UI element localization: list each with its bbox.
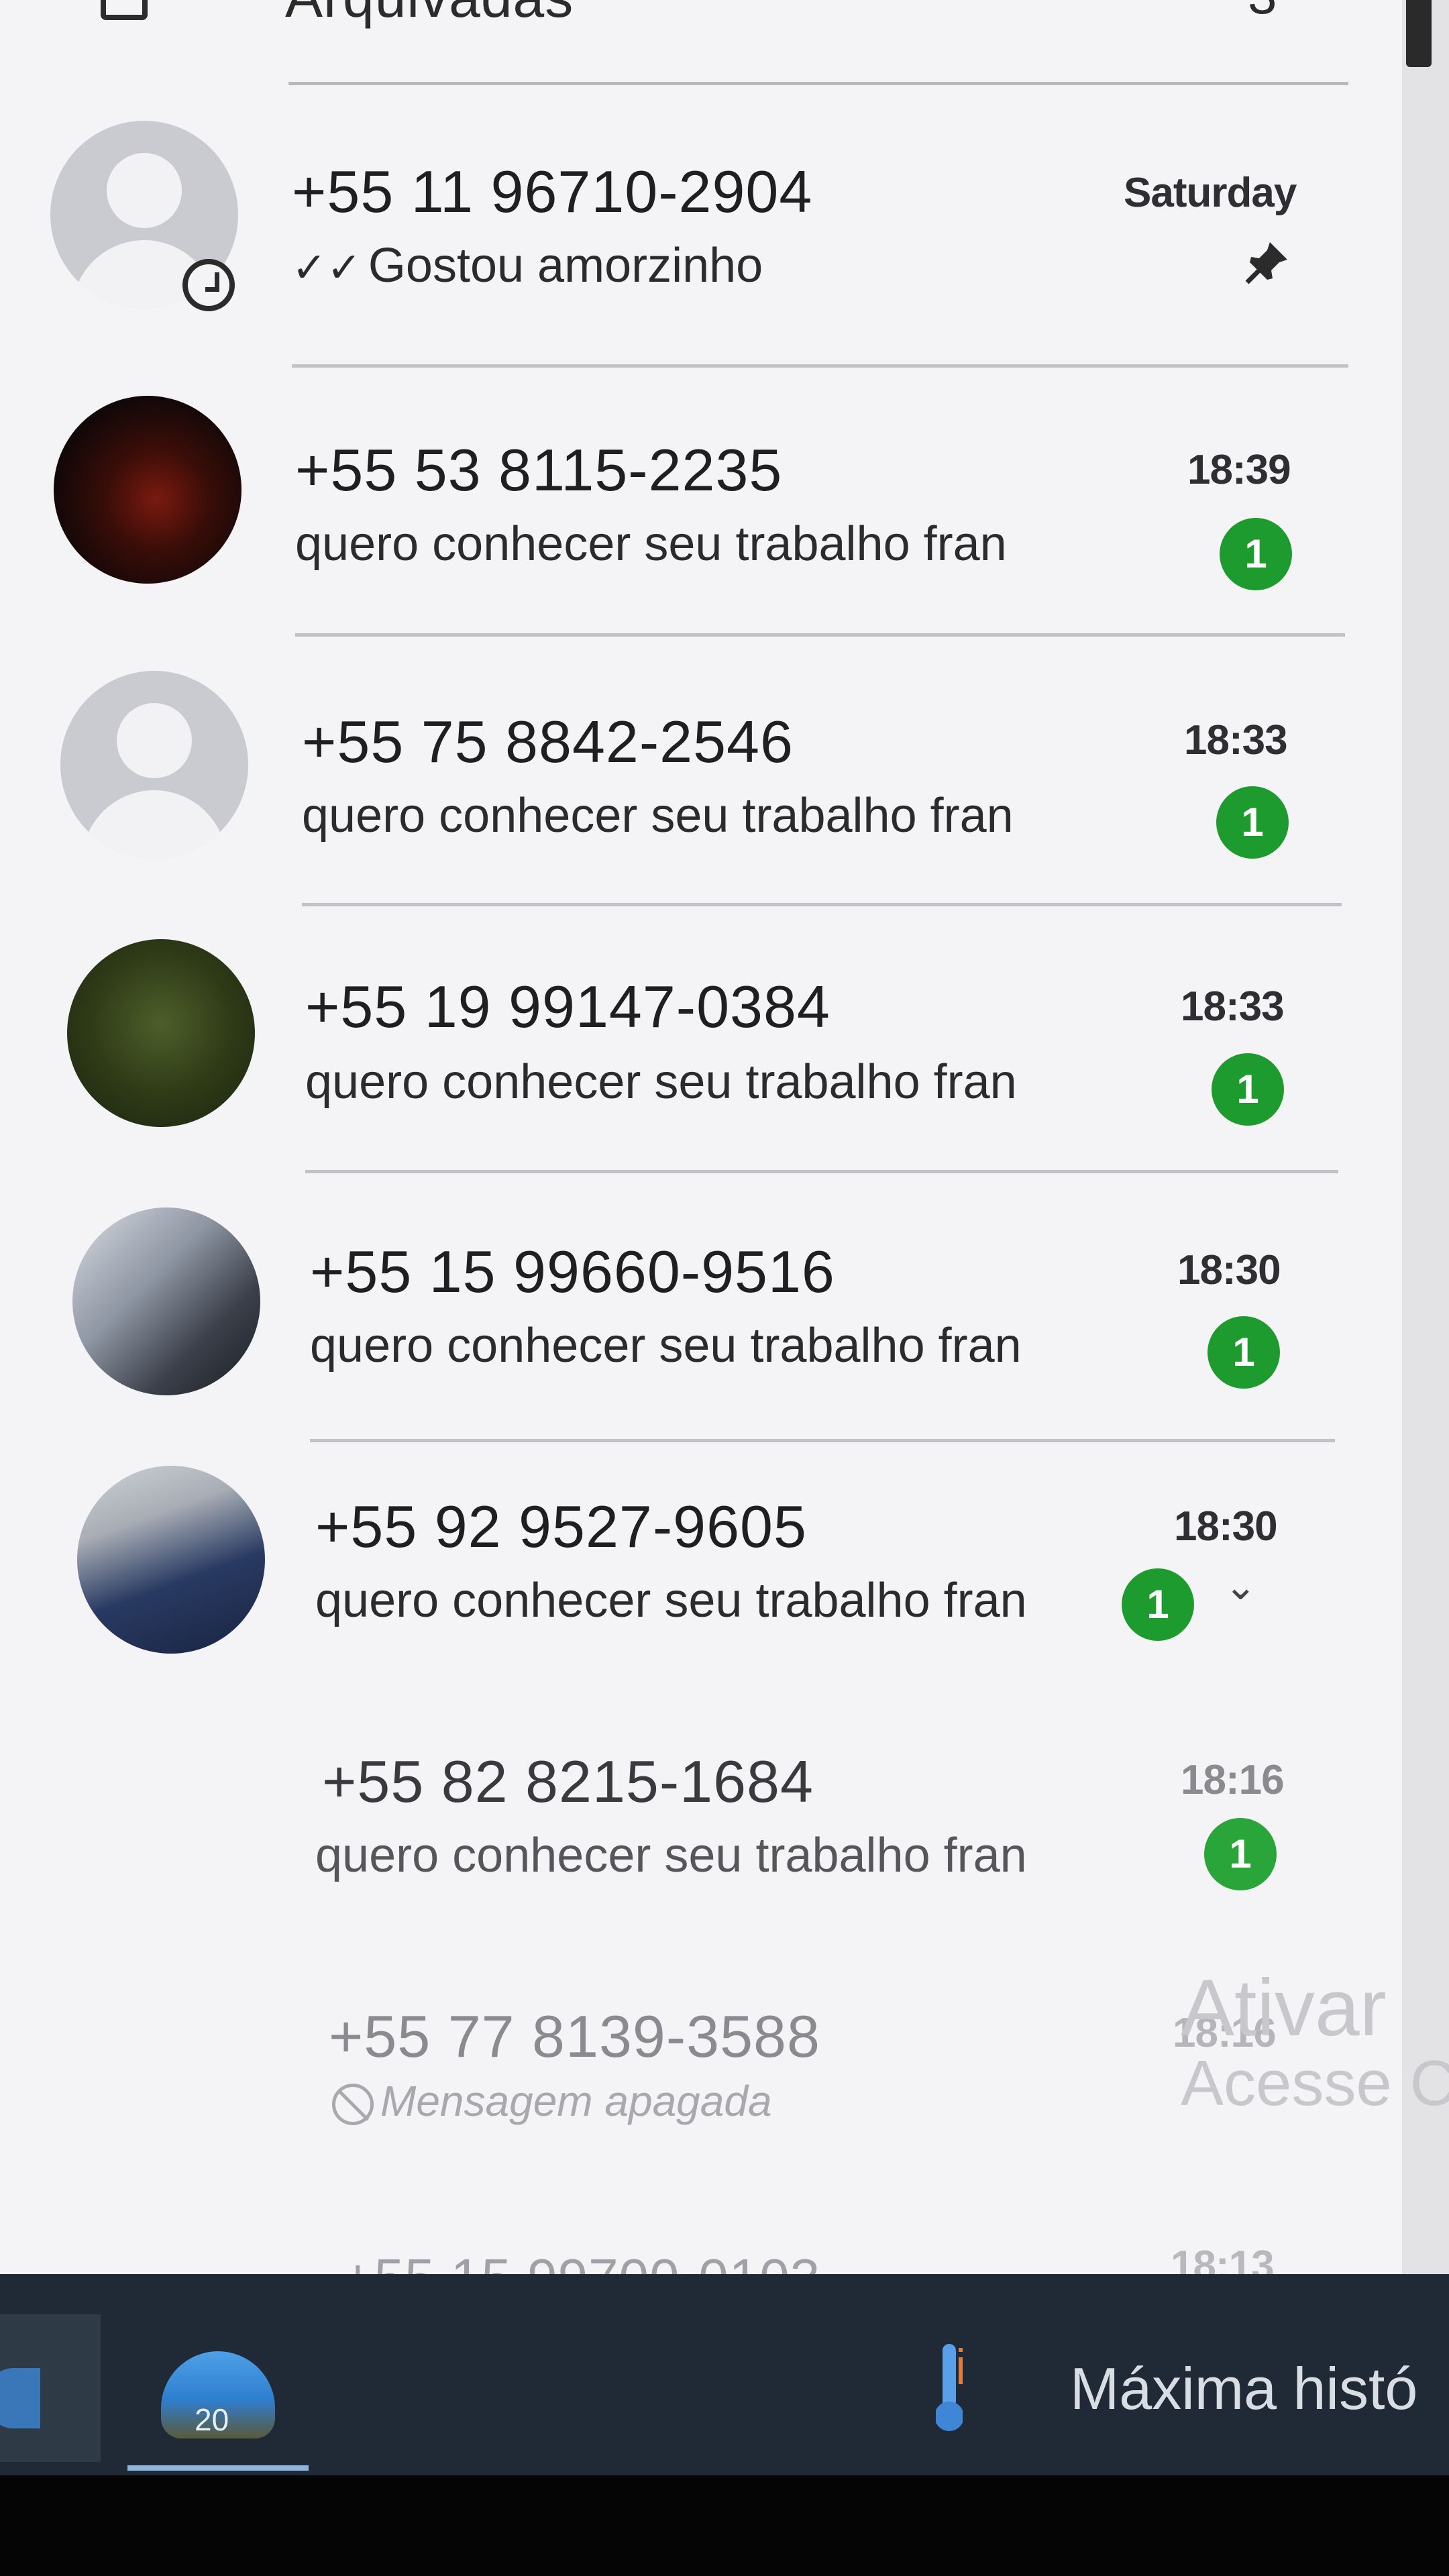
archived-label: Arquivadas	[285, 0, 574, 30]
divider	[292, 364, 1348, 368]
contact-name: +55 11 96710-2904	[292, 158, 813, 225]
last-message: quero conhecer seu trabalho fran	[295, 517, 1007, 571]
chat-list-item[interactable]: +55 15 99660-9516 quero conhecer seu tra…	[0, 1174, 1402, 1442]
weather-temperature: 20	[195, 2402, 229, 2437]
chat-list-item[interactable]: +55 11 96710-2904 ✓✓ Gostou amorzinho Sat…	[0, 101, 1402, 369]
last-message: Mensagem apagada	[332, 2076, 772, 2126]
last-message: quero conhecer seu trabalho fran	[302, 789, 1014, 843]
last-message: quero conhecer seu trabalho fran	[315, 1829, 1027, 1882]
app-icon	[0, 2368, 40, 2428]
unread-badge: 1	[1208, 1316, 1280, 1389]
contact-avatar	[77, 1466, 265, 1654]
last-message: quero conhecer seu trabalho fran	[315, 1574, 1027, 1627]
divider	[305, 1170, 1338, 1173]
scrollbar-track[interactable]	[1402, 0, 1449, 2274]
pin-icon	[1245, 242, 1287, 284]
weather-widget-button[interactable]: 20	[127, 2314, 309, 2471]
last-message: ✓✓ Gostou amorzinho	[292, 238, 763, 293]
message-time: Saturday	[1124, 170, 1297, 216]
chat-list-item[interactable]: +55 92 9527-9605 quero conhecer seu trab…	[0, 1442, 1402, 1711]
thermometer-icon	[936, 2344, 963, 2431]
contact-name: +55 15 99660-9516	[310, 1238, 835, 1305]
message-time: 18:39	[1187, 447, 1291, 493]
deleted-message-icon	[332, 2084, 374, 2126]
contact-avatar	[54, 396, 241, 584]
taskbar-app[interactable]	[0, 2314, 101, 2462]
last-message: quero conhecer seu trabalho fran	[305, 1055, 1017, 1109]
last-message-text: Mensagem apagada	[380, 2077, 772, 2125]
contact-name: +55 75 8842-2546	[302, 708, 794, 775]
contact-avatar	[67, 939, 255, 1127]
archived-count: 3	[1248, 0, 1277, 26]
chat-list-panel: Arquivadas 3 +55 11 96710-2904 ✓✓Gostou …	[0, 0, 1449, 2274]
message-time: 18:33	[1181, 983, 1285, 1030]
contact-name: +55 15 99700-0103	[342, 2247, 820, 2274]
chat-list-item[interactable]: +55 82 8215-1684 quero conhecer seu trab…	[0, 1711, 1402, 1979]
chat-list-item[interactable]: +55 75 8842-2546 quero conhecer seu trab…	[0, 637, 1402, 906]
unread-badge: 1	[1216, 786, 1289, 859]
last-message-text: Gostou amorzinho	[368, 239, 763, 292]
watermark-line: Ativar	[1181, 1963, 1387, 2053]
last-message: quero conhecer seu trabalho fran	[310, 1319, 1022, 1373]
unread-badge: 1	[1122, 1568, 1194, 1641]
active-indicator	[127, 2465, 309, 2471]
double-check-icon: ✓✓	[292, 245, 362, 291]
divider	[288, 82, 1348, 85]
message-time: 18:30	[1177, 1247, 1281, 1293]
message-time: 18:13	[1171, 2243, 1275, 2274]
unread-badge: 1	[1220, 518, 1292, 590]
contact-name: +55 92 9527-9605	[315, 1493, 807, 1560]
status-clock-icon	[182, 259, 235, 311]
contact-name: +55 82 8215-1684	[322, 1748, 814, 1815]
contact-name: +55 53 8115-2235	[295, 437, 783, 503]
default-avatar-icon	[60, 671, 248, 859]
divider	[295, 633, 1345, 637]
message-time: 18:33	[1184, 717, 1288, 763]
archive-icon	[101, 0, 148, 20]
taskbar: 20 Máxima histó	[0, 2274, 1449, 2475]
unread-badge: 1	[1212, 1053, 1284, 1126]
watermark-line: Acesse C	[1181, 2047, 1449, 2119]
archived-chats-row[interactable]: Arquivadas 3	[0, 0, 1402, 87]
unread-badge: 1	[1204, 1818, 1277, 1890]
screen: Arquivadas 3 +55 11 96710-2904 ✓✓Gostou …	[0, 0, 1449, 2576]
chat-list-item[interactable]: +55 15 99700-0103 18:13	[0, 2214, 1402, 2274]
contact-name: +55 19 99147-0384	[305, 973, 830, 1040]
activate-windows-watermark: Ativar Acesse C	[1181, 1966, 1449, 2118]
chat-list-item[interactable]: +55 19 99147-0384 quero conhecer seu tra…	[0, 906, 1402, 1174]
monitor-bezel	[0, 2475, 1449, 2576]
contact-name: +55 77 8139-3588	[329, 2003, 820, 2070]
weather-news-text[interactable]: Máxima histó	[1070, 2355, 1417, 2423]
scrollbar-thumb[interactable]	[1406, 0, 1432, 67]
contact-avatar	[72, 1208, 260, 1395]
chevron-down-icon[interactable]: ⌄	[1224, 1563, 1257, 1609]
chat-list-item[interactable]: +55 53 8115-2235 quero conhecer seu trab…	[0, 369, 1402, 637]
message-time: 18:16	[1181, 1757, 1285, 1803]
message-time: 18:30	[1174, 1503, 1278, 1550]
